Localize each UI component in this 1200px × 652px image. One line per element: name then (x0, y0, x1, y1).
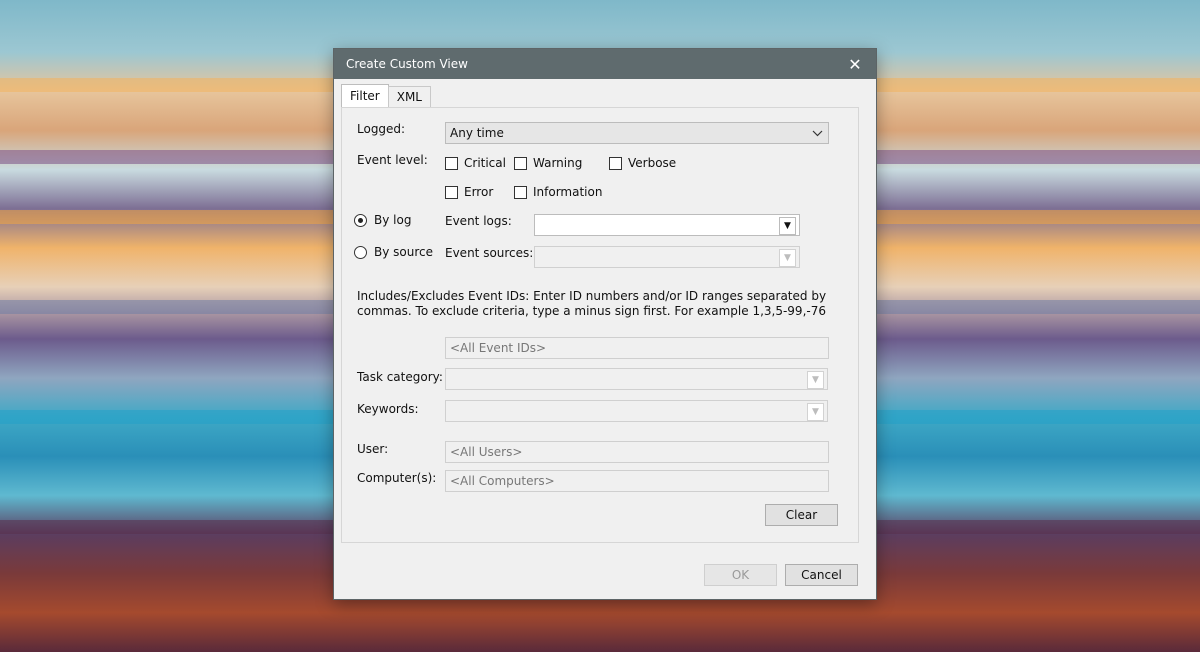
computers-input[interactable]: <All Computers> (445, 470, 829, 492)
event-level-label: Event level: (357, 153, 428, 167)
warning-checkbox[interactable]: Warning (514, 156, 582, 170)
checkbox-box (514, 156, 527, 170)
by-source-radio[interactable]: By source (354, 245, 433, 259)
user-input[interactable]: <All Users> (445, 441, 829, 463)
close-icon[interactable]: ✕ (844, 53, 866, 75)
chevron-down-icon: ▼ (807, 371, 824, 389)
tab-filter[interactable]: Filter (341, 84, 389, 107)
task-category-select[interactable]: ▼ (445, 368, 828, 390)
task-category-label: Task category: (357, 370, 443, 384)
logged-value: Any time (450, 126, 504, 140)
computers-label: Computer(s): (357, 471, 437, 485)
ok-button[interactable]: OK (704, 564, 777, 586)
radio-unselected (354, 245, 367, 259)
chevron-down-icon: ▼ (807, 403, 824, 421)
clear-button[interactable]: Clear (765, 504, 838, 526)
critical-checkbox[interactable]: Critical (445, 156, 506, 170)
information-checkbox[interactable]: Information (514, 185, 602, 199)
keywords-select[interactable]: ▼ (445, 400, 828, 422)
checkbox-box (445, 156, 458, 170)
checkbox-box (609, 156, 622, 170)
critical-label: Critical (464, 156, 506, 170)
user-label: User: (357, 442, 389, 456)
checkbox-box (445, 185, 458, 199)
verbose-label: Verbose (628, 156, 677, 170)
checkbox-box (514, 185, 527, 199)
logged-dropdown[interactable]: Any time (445, 122, 829, 144)
chevron-down-icon (811, 127, 823, 139)
error-checkbox[interactable]: Error (445, 185, 493, 199)
radio-selected (354, 213, 367, 227)
filter-panel: Logged: Any time Event level: Critical W… (341, 107, 859, 543)
by-source-label: By source (374, 245, 433, 259)
warning-label: Warning (533, 156, 583, 170)
by-log-radio[interactable]: By log (354, 213, 411, 227)
event-logs-select[interactable]: ▼ (534, 214, 800, 236)
event-ids-description: Includes/Excludes Event IDs: Enter ID nu… (357, 289, 827, 318)
tab-xml[interactable]: XML (387, 86, 431, 107)
event-logs-label: Event logs: (445, 214, 512, 228)
dialog-title: Create Custom View (346, 57, 468, 71)
verbose-checkbox[interactable]: Verbose (609, 156, 676, 170)
tab-strip: Filter XML (341, 84, 431, 107)
keywords-label: Keywords: (357, 402, 419, 416)
event-sources-label: Event sources: (445, 246, 534, 260)
dialog-titlebar: Create Custom View ✕ (334, 49, 876, 79)
event-ids-input[interactable]: <All Event IDs> (445, 337, 829, 359)
chevron-down-icon[interactable]: ▼ (779, 217, 796, 235)
error-label: Error (464, 185, 494, 199)
by-log-label: By log (374, 213, 412, 227)
logged-label: Logged: (357, 122, 406, 136)
event-sources-select[interactable]: ▼ (534, 246, 800, 268)
chevron-down-icon: ▼ (779, 249, 796, 267)
create-custom-view-dialog: Create Custom View ✕ Filter XML Logged: … (333, 48, 877, 600)
information-label: Information (533, 185, 603, 199)
cancel-button[interactable]: Cancel (785, 564, 858, 586)
